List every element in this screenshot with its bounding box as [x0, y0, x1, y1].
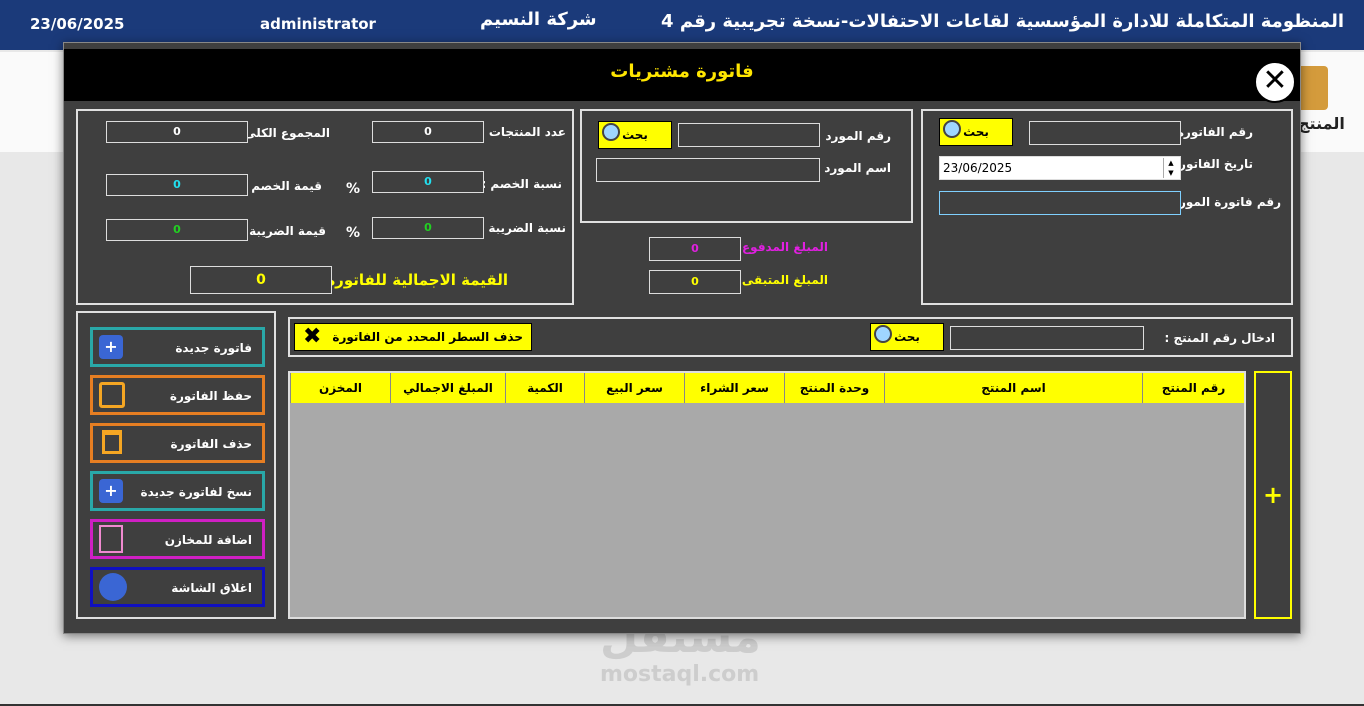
col-product-unit[interactable]: وحدة المنتج: [784, 373, 884, 403]
tax-value-field[interactable]: 0: [106, 219, 248, 241]
invoice-date-value: 23/06/2025: [943, 161, 1013, 175]
invoice-search-button[interactable]: بحث: [939, 118, 1013, 146]
company-name: شركة النسيم: [480, 9, 597, 30]
products-tile-label[interactable]: المنتج: [1298, 114, 1364, 133]
current-user: administrator: [260, 15, 376, 33]
supplier-invoice-number-input[interactable]: [939, 191, 1181, 215]
product-number-input[interactable]: [950, 326, 1144, 350]
supplier-search-label: بحث: [622, 128, 648, 142]
add-to-stores-label: اضافة للمخازن: [164, 533, 252, 547]
close-screen-button[interactable]: اغلاق الشاشة: [90, 567, 265, 607]
tax-rate-field[interactable]: 0: [372, 217, 484, 239]
grand-total-field[interactable]: 0: [106, 121, 248, 143]
save-invoice-button[interactable]: حفظ الفاتورة: [90, 375, 265, 415]
col-sale-price[interactable]: سعر البيع: [584, 373, 684, 403]
save-invoice-label: حفظ الفاتورة: [169, 389, 252, 403]
product-search-label: بحث: [894, 330, 920, 344]
paid-amount-label: المبلغ المدفوع :: [733, 240, 828, 254]
close-screen-label: اغلاق الشاشة: [171, 581, 252, 595]
invoice-items-table[interactable]: رقم المنتج اسم المنتج وحدة المنتج سعر ال…: [288, 371, 1246, 619]
col-quantity[interactable]: الكمية: [505, 373, 584, 403]
plus-icon: +: [99, 479, 123, 503]
col-product-number[interactable]: رقم المنتج: [1142, 373, 1244, 403]
edit-icon: [99, 525, 123, 553]
remaining-amount-label: المبلغ المتبقى :: [732, 273, 828, 287]
x-icon: ✖: [303, 324, 322, 349]
invoice-total-field[interactable]: 0: [190, 266, 332, 294]
invoice-total-label: القيمة الاجمالية للفاتورة :: [315, 271, 508, 289]
close-icon[interactable]: ✕: [1254, 61, 1296, 103]
supplier-number-input[interactable]: [678, 123, 820, 147]
header-date: 23/06/2025: [30, 15, 125, 33]
watermark-url: mostaql.com: [600, 662, 760, 687]
discount-rate-label: نسبة الخصم :: [481, 177, 562, 191]
copy-to-new-invoice-label: نسخ لفاتورة جديدة: [140, 485, 253, 499]
trash-icon: [102, 430, 122, 454]
invoice-search-label: بحث: [963, 125, 989, 139]
plus-icon: +: [99, 335, 123, 359]
save-icon: [99, 382, 125, 408]
invoice-date-picker[interactable]: 23/06/2025 ▲ ▼: [939, 156, 1181, 180]
magnifier-icon: [943, 120, 961, 138]
actions-sidebar: + فاتورة جديدة حفظ الفاتورة حذف الفاتورة…: [76, 311, 276, 619]
date-spinner-icon[interactable]: ▲ ▼: [1163, 158, 1178, 178]
new-invoice-label: فاتورة جديدة: [175, 341, 252, 355]
col-total-amount[interactable]: المبلغ الاجمالي: [390, 373, 505, 403]
products-count-field[interactable]: 0: [372, 121, 484, 143]
dialog-title: فاتورة مشتريات: [610, 61, 754, 82]
magnifier-icon: [602, 123, 620, 141]
magnifier-icon: [874, 325, 892, 343]
product-entry-bar: ادخال رقم المنتج : بحث ✖ حذف السطر المحد…: [288, 317, 1293, 357]
product-number-label: ادخال رقم المنتج :: [1164, 331, 1275, 345]
remaining-amount-field[interactable]: 0: [649, 270, 741, 294]
purchase-invoice-dialog: فاتورة مشتريات ✕ رقم الفاتورة : بحث تاري…: [63, 42, 1301, 634]
col-purchase-price[interactable]: سعر الشراء: [684, 373, 784, 403]
add-row-button[interactable]: +: [1254, 371, 1292, 619]
supplier-name-input[interactable]: [596, 158, 820, 182]
app-title: المنظومة المتكاملة للادارة المؤسسية لقاع…: [661, 11, 1344, 32]
totals-panel: عدد المنتجات : 0 المجموع الكلى : 0 نسبة …: [76, 109, 574, 305]
discount-percent-sign: %: [346, 181, 361, 197]
delete-invoice-label: حذف الفاتورة: [170, 437, 252, 451]
delete-invoice-button[interactable]: حذف الفاتورة: [90, 423, 265, 463]
supplier-number-label: رقم المورد :: [816, 129, 891, 143]
invoice-number-input[interactable]: [1029, 121, 1181, 145]
plus-icon: +: [1262, 481, 1284, 509]
dialog-titlebar: فاتورة مشتريات ✕: [64, 49, 1300, 103]
table-header: رقم المنتج اسم المنتج وحدة المنتج سعر ال…: [290, 373, 1244, 403]
power-icon: [99, 573, 127, 601]
discount-rate-field[interactable]: 0: [372, 171, 484, 193]
supplier-name-label: اسم المورد :: [815, 161, 891, 175]
delete-selected-row-label: حذف السطر المحدد من الفاتورة: [332, 330, 523, 344]
supplier-search-button[interactable]: بحث: [598, 121, 672, 149]
discount-value-field[interactable]: 0: [106, 174, 248, 196]
col-store[interactable]: المخزن: [290, 373, 390, 403]
new-invoice-button[interactable]: + فاتورة جديدة: [90, 327, 265, 367]
copy-to-new-invoice-button[interactable]: + نسخ لفاتورة جديدة: [90, 471, 265, 511]
paid-amount-field[interactable]: 0: [649, 237, 741, 261]
product-search-button[interactable]: بحث: [870, 323, 944, 351]
discount-value-label: قيمة الخصم :: [242, 179, 322, 193]
tax-value-label: قيمة الضريبة :: [240, 224, 326, 238]
tax-rate-label: نسبة الضريبة :: [479, 221, 566, 235]
delete-selected-row-button[interactable]: ✖ حذف السطر المحدد من الفاتورة: [294, 323, 532, 351]
products-count-label: عدد المنتجات :: [479, 125, 566, 139]
supplier-panel: رقم المورد : بحث اسم المورد :: [580, 109, 913, 223]
col-product-name[interactable]: اسم المنتج: [884, 373, 1142, 403]
supplier-invoice-number-label: رقم فاتورة المورد :: [1163, 195, 1281, 209]
add-to-stores-button[interactable]: اضافة للمخازن: [90, 519, 265, 559]
tax-percent-sign: %: [346, 225, 361, 241]
grand-total-label: المجموع الكلى :: [235, 126, 330, 140]
invoice-info-panel: رقم الفاتورة : بحث تاريخ الفاتورة : 23/0…: [921, 109, 1293, 305]
